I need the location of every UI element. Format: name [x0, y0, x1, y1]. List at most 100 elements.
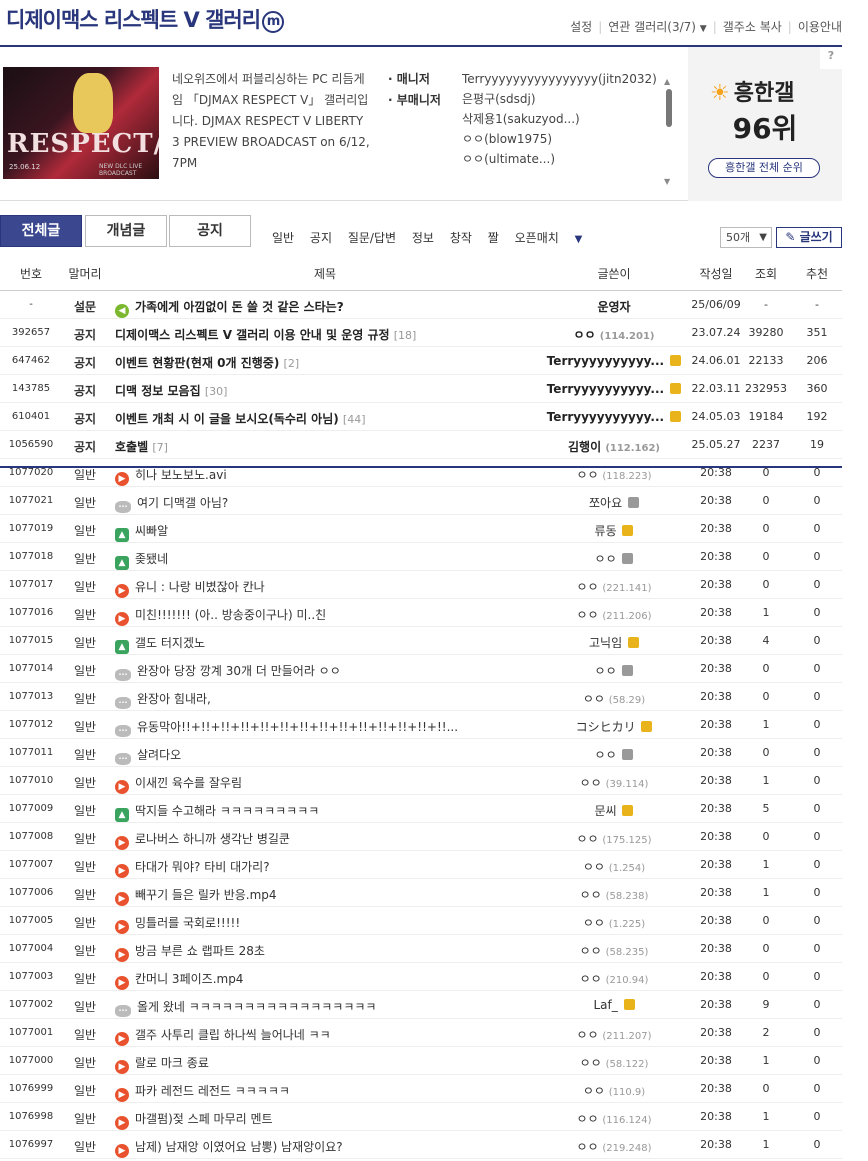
- table-row[interactable]: - 설문 ◀ 가족에게 아낌없이 돈 쓸 것 같은 스타는? 운영자 25/06/09…: [0, 291, 842, 319]
- settings-link[interactable]: 설정: [570, 20, 592, 34]
- post-title[interactable]: ▶ 로나버스 하니까 생각난 병길쿤: [115, 830, 555, 850]
- table-row[interactable]: 1076997 일반 ▶ 남제) 남재앙 이였어요 남뽕) 남재앙이요? ㅇㅇ (21…: [0, 1131, 842, 1159]
- table-row[interactable]: 1077015 일반 ▲ 갤도 터지겠노 고닉임 20:38 4 0: [0, 627, 842, 655]
- writer-nick[interactable]: ㅇㅇ: [583, 916, 605, 930]
- post-title[interactable]: ▶ 유니 : 나랑 비볐잖아 칸나: [115, 578, 555, 598]
- subject-image[interactable]: 짤: [488, 231, 499, 245]
- post-writer[interactable]: Terryyyyyyyyyy...: [540, 354, 688, 368]
- post-title-text[interactable]: 완장아 힘내라,: [137, 692, 211, 706]
- post-title-text[interactable]: 이벤트 개최 시 이 글을 보시오(독수리 아님): [115, 412, 339, 426]
- post-title-text[interactable]: 이벤트 현황판(현재 0개 진행중): [115, 356, 279, 370]
- post-writer[interactable]: Laf_: [540, 998, 688, 1012]
- post-title-text[interactable]: 남제) 남재앙 이였어요 남뽕) 남재앙이요?: [135, 1140, 343, 1154]
- post-title-text[interactable]: 씨빠알: [135, 524, 168, 538]
- table-row[interactable]: 1076999 일반 ▶ 파카 레전드 레전드 ㅋㅋㅋㅋㅋ ㅇㅇ (110.9) 20:…: [0, 1075, 842, 1103]
- writer-nick[interactable]: ㅇㅇ: [583, 692, 605, 706]
- writer-nick[interactable]: ㅇㅇ: [595, 748, 617, 762]
- table-row[interactable]: 1056590공지i호출벨 [7]김행이 (112.162)25.05.2722…: [0, 431, 842, 459]
- writer-nick[interactable]: ㅇㅇ: [583, 860, 605, 874]
- writer-nick[interactable]: Laf_: [593, 998, 617, 1012]
- table-row[interactable]: 1077000 일반 ▶ 랄로 마크 종료 ㅇㅇ (58.122) 20:38 1 0: [0, 1047, 842, 1075]
- post-title[interactable]: ··· 올게 왔네 ㅋㅋㅋㅋㅋㅋㅋㅋㅋㅋㅋㅋㅋㅋㅋㅋㅋ: [115, 998, 555, 1017]
- table-row[interactable]: 1077011 일반 ··· 살려다오 ㅇㅇ 20:38 0 0: [0, 739, 842, 767]
- subject-qna[interactable]: 질문/답변: [348, 231, 396, 245]
- subject-creation[interactable]: 창작: [450, 231, 472, 245]
- table-row[interactable]: 1077013 일반 ··· 완장아 힘내라, ㅇㅇ (58.29) 20:38 0 0: [0, 683, 842, 711]
- writer-nick[interactable]: 류동: [595, 524, 617, 538]
- writer-nick[interactable]: ㅇㅇ: [576, 608, 598, 622]
- post-title[interactable]: ▶ 빼꾸기 들은 릴카 반응.mp4: [115, 886, 555, 906]
- post-title-text[interactable]: 이새낀 육수를 잘우림: [135, 776, 242, 790]
- tab-notice[interactable]: 공지: [169, 215, 251, 247]
- write-button[interactable]: ✎ 글쓰기: [776, 227, 842, 248]
- post-title-text[interactable]: 밍틀러를 국회로!!!!!: [135, 916, 240, 930]
- post-title[interactable]: ▶ 마갤펌)젖 스페 마무리 멘트: [115, 1110, 555, 1130]
- post-writer[interactable]: 쪼아요: [540, 494, 688, 511]
- writer-nick[interactable]: 김행이: [568, 440, 601, 454]
- post-title[interactable]: ··· 완장아 당장 깡계 30개 더 만들어라 ㅇㅇ: [115, 662, 555, 681]
- writer-nick[interactable]: 운영자: [597, 300, 630, 314]
- table-row[interactable]: 1077003 일반 ▶ 칸머니 3페이즈.mp4 ㅇㅇ (210.94) 20:38 0…: [0, 963, 842, 991]
- post-title-text[interactable]: 여기 디맥갤 아님?: [137, 496, 228, 510]
- post-writer[interactable]: ㅇㅇ (58.29): [540, 690, 688, 707]
- tab-all-posts[interactable]: 전체글: [0, 215, 82, 247]
- post-writer[interactable]: ㅇㅇ (58.238): [540, 886, 688, 903]
- tab-recommended[interactable]: 개념글: [85, 215, 167, 247]
- post-title[interactable]: ▶ 파카 레전드 레전드 ㅋㅋㅋㅋㅋ: [115, 1082, 555, 1102]
- writer-nick[interactable]: ㅇㅇ: [580, 944, 602, 958]
- copy-address-link[interactable]: 갤주소 복사: [723, 20, 782, 34]
- writer-nick[interactable]: ㅇㅇ: [595, 664, 617, 678]
- table-row[interactable]: 1077014 일반 ··· 완장아 당장 깡계 30개 더 만들어라 ㅇㅇ ㅇㅇ 2…: [0, 655, 842, 683]
- writer-nick[interactable]: コシヒカリ: [576, 720, 636, 734]
- table-row[interactable]: 1077002 일반 ··· 올게 왔네 ㅋㅋㅋㅋㅋㅋㅋㅋㅋㅋㅋㅋㅋㅋㅋㅋㅋ Laf_…: [0, 991, 842, 1019]
- writer-nick[interactable]: ㅇㅇ: [576, 1028, 598, 1042]
- post-writer[interactable]: Terryyyyyyyyyy...: [540, 382, 688, 396]
- table-row[interactable]: 1077008 일반 ▶ 로나버스 하니까 생각난 병길쿤 ㅇㅇ (175.125) 2…: [0, 823, 842, 851]
- post-writer[interactable]: ㅇㅇ (118.223): [540, 466, 688, 483]
- post-writer[interactable]: 류동: [540, 522, 688, 539]
- post-title-text[interactable]: 디맥 정보 모음집: [115, 384, 201, 398]
- writer-nick[interactable]: ㅇㅇ: [576, 1112, 598, 1126]
- post-title-text[interactable]: 호출벨: [115, 440, 148, 454]
- post-title-text[interactable]: 랄로 마크 종료: [135, 1056, 209, 1070]
- post-title[interactable]: ··· 완장아 힘내라,: [115, 690, 555, 709]
- post-title-text[interactable]: 살려다오: [137, 748, 181, 762]
- post-writer[interactable]: ㅇㅇ (1.254): [540, 858, 688, 875]
- writer-nick[interactable]: ㅇㅇ: [576, 832, 598, 846]
- post-title[interactable]: i이벤트 개최 시 이 글을 보시오(독수리 아님) [44]: [115, 410, 555, 427]
- post-title-text[interactable]: 파카 레전드 레전드 ㅋㅋㅋㅋㅋ: [135, 1084, 290, 1098]
- table-row[interactable]: 1076998 일반 ▶ 마갤펌)젖 스페 마무리 멘트 ㅇㅇ (116.124) 20…: [0, 1103, 842, 1131]
- post-title-text[interactable]: 빼꾸기 들은 릴카 반응.mp4: [135, 888, 277, 902]
- post-title-text[interactable]: 완장아 당장 깡계 30개 더 만들어라 ㅇㅇ: [137, 664, 341, 678]
- post-title-text[interactable]: 디제이맥스 리스펙트 V 갤러리 이용 안내 및 운영 규정: [115, 328, 390, 342]
- post-title-text[interactable]: 히나 보노보노.avi: [135, 468, 227, 482]
- submanager-name[interactable]: 은평구(sdsdj): [462, 89, 662, 109]
- table-row[interactable]: 1077020 일반 ▶ 히나 보노보노.avi ㅇㅇ (118.223) 20:38 0…: [0, 459, 842, 487]
- writer-nick[interactable]: ㅇㅇ: [580, 776, 602, 790]
- table-row[interactable]: 1077012 일반 ··· 유동막아!!+!!+!!+!!+!!+!!+!!+!!+…: [0, 711, 842, 739]
- manager-scrollbar[interactable]: ▲ ▼: [664, 77, 674, 189]
- post-title-text[interactable]: 타대가 뭐야? 타비 대가리?: [135, 860, 270, 874]
- post-title[interactable]: ▶ 랄로 마크 종료: [115, 1054, 555, 1074]
- post-title[interactable]: ▶ 히나 보노보노.avi: [115, 466, 555, 486]
- writer-nick[interactable]: Terryyyyyyyyyy...: [547, 382, 664, 396]
- post-writer[interactable]: ㅇㅇ (175.125): [540, 830, 688, 847]
- post-writer[interactable]: ㅇㅇ (58.122): [540, 1054, 688, 1071]
- related-gallery-link[interactable]: 연관 갤러리(3/7) ▼: [608, 20, 706, 34]
- post-writer[interactable]: ㅇㅇ (221.141): [540, 578, 688, 595]
- post-title[interactable]: i디제이맥스 리스펙트 V 갤러리 이용 안내 및 운영 규정 [18]: [115, 326, 555, 343]
- post-title[interactable]: ▶ 타대가 뭐야? 타비 대가리?: [115, 858, 555, 878]
- writer-nick[interactable]: ㅇㅇ: [576, 580, 598, 594]
- post-title[interactable]: i디맥 정보 모음집 [30]: [115, 382, 555, 399]
- scroll-up-icon[interactable]: ▲: [664, 77, 670, 86]
- post-title-text[interactable]: 딱지들 수고해라 ㅋㅋㅋㅋㅋㅋㅋㅋㅋ: [135, 804, 319, 818]
- table-row[interactable]: 647462 공지 i이벤트 현황판(현재 0개 진행중) [2]Terryyyyy…: [0, 347, 842, 375]
- writer-nick[interactable]: ㅇㅇ: [580, 888, 602, 902]
- submanager-name[interactable]: ㅇㅇ(ultimate...): [462, 149, 662, 169]
- post-writer[interactable]: ㅇㅇ (211.206): [540, 606, 688, 623]
- subject-notice[interactable]: 공지: [310, 231, 332, 245]
- table-row[interactable]: 610401 공지 i이벤트 개최 시 이 글을 보시오(독수리 아님) [44]T…: [0, 403, 842, 431]
- writer-nick[interactable]: ㅇㅇ: [580, 1056, 602, 1070]
- table-row[interactable]: 1077019 일반 ▲ 씨빠알 류동 20:38 0 0: [0, 515, 842, 543]
- post-writer[interactable]: ㅇㅇ: [540, 550, 688, 567]
